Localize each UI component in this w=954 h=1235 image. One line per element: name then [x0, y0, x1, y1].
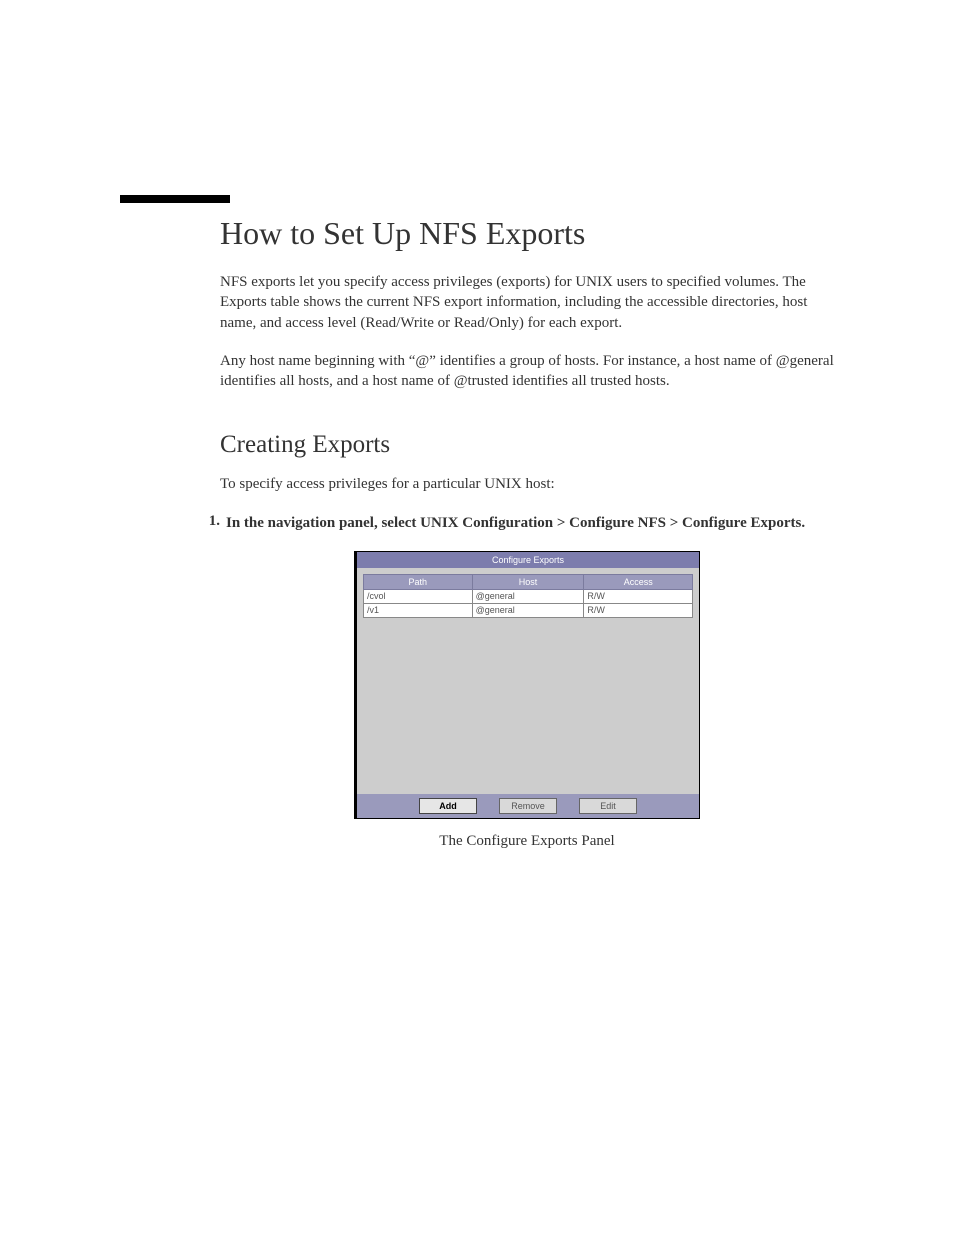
intro-paragraph-1: NFS exports let you specify access privi…	[220, 272, 834, 333]
section-intro: To specify access privileges for a parti…	[220, 474, 834, 494]
column-header-path[interactable]: Path	[364, 574, 473, 589]
figure-configure-exports: Configure Exports Path Host Acces	[220, 551, 834, 850]
cell-host: @general	[472, 603, 584, 617]
section-heading-creating-exports: Creating Exports	[220, 431, 834, 459]
column-header-host[interactable]: Host	[472, 574, 584, 589]
add-button[interactable]: Add	[419, 798, 477, 814]
cell-access: R/W	[584, 589, 693, 603]
cell-path: /v1	[364, 603, 473, 617]
remove-button[interactable]: Remove	[499, 798, 557, 814]
exports-table: Path Host Access /cvol @general R/W	[363, 574, 693, 618]
section-marker-bar	[120, 195, 230, 203]
column-header-access[interactable]: Access	[584, 574, 693, 589]
page-title: How to Set Up NFS Exports	[220, 215, 834, 252]
intro-paragraph-2: Any host name beginning with “@” identif…	[220, 351, 834, 392]
panel-title: Configure Exports	[357, 552, 699, 568]
configure-exports-panel: Configure Exports Path Host Acces	[354, 551, 700, 819]
panel-button-bar: Add Remove Edit	[357, 794, 699, 818]
cell-access: R/W	[584, 603, 693, 617]
table-empty-area	[363, 618, 693, 788]
cell-path: /cvol	[364, 589, 473, 603]
panel-body: Path Host Access /cvol @general R/W	[357, 568, 699, 794]
step-text: In the navigation panel, select UNIX Con…	[226, 513, 805, 533]
table-row[interactable]: /v1 @general R/W	[364, 603, 693, 617]
cell-host: @general	[472, 589, 584, 603]
figure-caption: The Configure Exports Panel	[439, 833, 614, 850]
table-row[interactable]: /cvol @general R/W	[364, 589, 693, 603]
step-number: 1.	[196, 513, 226, 533]
edit-button[interactable]: Edit	[579, 798, 637, 814]
step-1: 1. In the navigation panel, select UNIX …	[196, 513, 834, 533]
